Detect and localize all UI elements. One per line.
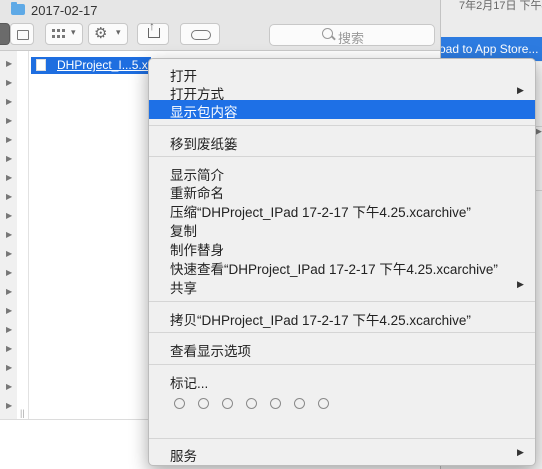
- disclosure-icon[interactable]: ▶: [6, 306, 12, 315]
- menu-item-label: 移到废纸篓: [170, 137, 238, 152]
- disclosure-icon[interactable]: ▶: [6, 325, 12, 334]
- menu-item-label: 制作替身: [170, 243, 224, 258]
- tag-color-circle[interactable]: [174, 398, 185, 409]
- menu-item-label: 显示包内容: [170, 105, 238, 120]
- menu-separator: [149, 438, 535, 439]
- search-placeholder: 搜索: [338, 31, 365, 46]
- disclosure-icon[interactable]: ▶: [6, 287, 12, 296]
- disclosure-icon[interactable]: ▶: [6, 78, 12, 87]
- menu-separator: [149, 301, 535, 302]
- menu-item-show-package-contents[interactable]: 显示包内容: [149, 100, 535, 120]
- column-separator[interactable]: [17, 51, 29, 419]
- disclosure-icon[interactable]: ▶: [6, 249, 12, 258]
- window-title: 2017-02-17: [31, 3, 98, 18]
- menu-item-rename[interactable]: 重新命名: [149, 181, 535, 201]
- parent-column[interactable]: ▶ ▶ ▶ ▶ ▶ ▶ ▶ ▶ ▶ ▶ ▶ ▶ ▶ ▶ ▶ ▶ ▶ ▶ ▶: [0, 51, 18, 419]
- title-bar: 2017-02-17: [0, 0, 440, 20]
- column-view-button[interactable]: [0, 23, 10, 45]
- share-icon: [148, 19, 160, 38]
- menu-item-label: 重新命名: [170, 186, 224, 201]
- tag-color-circle[interactable]: [222, 398, 233, 409]
- disclosure-icon[interactable]: ▶: [6, 59, 12, 68]
- disclosure-icon[interactable]: ▶: [6, 135, 12, 144]
- disclosure-icon[interactable]: ▶: [6, 116, 12, 125]
- disclosure-icon[interactable]: ▶: [6, 363, 12, 372]
- disclosure-icon[interactable]: ▶: [535, 126, 542, 137]
- menu-item-label: 拷贝“DHProject_IPad 17-2-17 下午4.25.xcarchi…: [170, 313, 471, 328]
- tag-color-circle[interactable]: [246, 398, 257, 409]
- tag-button[interactable]: [180, 23, 220, 45]
- menu-item-services[interactable]: 服务 ▶: [149, 444, 535, 464]
- disclosure-icon[interactable]: ▶: [6, 401, 12, 410]
- disclosure-icon[interactable]: ▶: [6, 268, 12, 277]
- menu-item-move-to-trash[interactable]: 移到废纸篓: [149, 132, 535, 152]
- disclosure-icon[interactable]: ▶: [6, 154, 12, 163]
- chevron-down-icon: ▾: [116, 27, 121, 37]
- search-icon: [322, 28, 333, 39]
- menu-item-share[interactable]: 共享 ▶: [149, 276, 535, 296]
- tag-color-circle[interactable]: [198, 398, 209, 409]
- menu-item-label: 共享: [170, 281, 197, 296]
- disclosure-icon[interactable]: ▶: [6, 211, 12, 220]
- disclosure-icon[interactable]: ▶: [6, 382, 12, 391]
- menu-item-compress[interactable]: 压缩“DHProject_IPad 17-2-17 下午4.25.xcarchi…: [149, 200, 535, 220]
- menu-item-label: 服务: [170, 449, 197, 464]
- menu-item-duplicate[interactable]: 复制: [149, 219, 535, 239]
- menu-item-get-info[interactable]: 显示简介: [149, 163, 535, 183]
- menu-item-label: 查看显示选项: [170, 344, 251, 359]
- submenu-arrow-icon: ▶: [517, 447, 524, 457]
- disclosure-icon[interactable]: ▶: [6, 192, 12, 201]
- menu-item-label: 复制: [170, 224, 197, 239]
- cover-flow-view-button[interactable]: [10, 23, 34, 45]
- tag-icon: [191, 30, 211, 40]
- menu-separator: [149, 125, 535, 126]
- cover-flow-icon: [17, 30, 29, 40]
- tag-color-circle[interactable]: [294, 398, 305, 409]
- disclosure-icon[interactable]: ▶: [6, 344, 12, 353]
- menu-separator: [149, 332, 535, 333]
- tag-color-circle[interactable]: [270, 398, 281, 409]
- menu-item-open-with[interactable]: 打开方式 ▶: [149, 82, 535, 102]
- menu-separator: [149, 156, 535, 157]
- gear-icon: ⚙: [94, 25, 108, 42]
- folder-icon: [11, 2, 25, 15]
- disclosure-icon[interactable]: ▶: [6, 97, 12, 106]
- arrange-button[interactable]: ▾: [45, 23, 83, 45]
- menu-item-label: 标记...: [170, 376, 209, 391]
- menu-item-label: 压缩“DHProject_IPad 17-2-17 下午4.25.xcarchi…: [170, 205, 471, 220]
- submenu-arrow-icon: ▶: [517, 85, 524, 95]
- background-selected-text: oad to App Store...: [441, 42, 539, 56]
- menu-item-copy[interactable]: 拷贝“DHProject_IPad 17-2-17 下午4.25.xcarchi…: [149, 308, 535, 328]
- menu-item-label: 快速查看“DHProject_IPad 17-2-17 下午4.25.xcarc…: [170, 262, 498, 277]
- context-menu: 打开 打开方式 ▶ 显示包内容 移到废纸篓 显示简介 重新命名 压缩“DHPro…: [148, 58, 536, 466]
- menu-item-make-alias[interactable]: 制作替身: [149, 238, 535, 258]
- disclosure-icon[interactable]: ▶: [6, 173, 12, 182]
- search-input[interactable]: 搜索: [269, 24, 435, 46]
- document-icon: [36, 59, 46, 71]
- submenu-arrow-icon: ▶: [517, 279, 524, 289]
- menu-separator: [149, 364, 535, 365]
- column-resize-handle[interactable]: ||: [20, 408, 25, 418]
- menu-item-view-options[interactable]: 查看显示选项: [149, 339, 535, 359]
- disclosure-icon[interactable]: ▶: [6, 230, 12, 239]
- chevron-down-icon: ▾: [71, 27, 76, 37]
- background-date: 7年2月17日 下午4:2: [459, 0, 542, 12]
- tag-color-circle[interactable]: [318, 398, 329, 409]
- menu-item-open[interactable]: 打开: [149, 64, 535, 84]
- selected-file[interactable]: DHProject_I...5.xc...: [31, 57, 164, 74]
- share-button[interactable]: [137, 19, 169, 45]
- action-button[interactable]: ⚙ ▾: [88, 23, 128, 45]
- menu-item-tags[interactable]: 标记...: [149, 371, 535, 391]
- menu-item-quick-look[interactable]: 快速查看“DHProject_IPad 17-2-17 下午4.25.xcarc…: [149, 257, 535, 277]
- grid-icon: [52, 29, 66, 39]
